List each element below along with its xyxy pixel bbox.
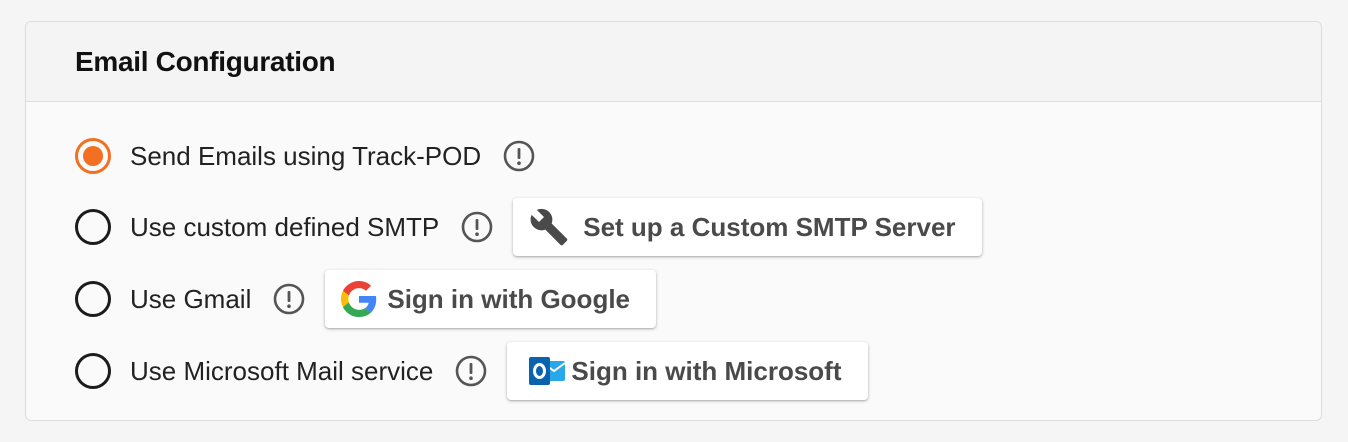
sign-in-microsoft-button[interactable]: Sign in with Microsoft <box>507 342 868 400</box>
option-label-microsoft: Use Microsoft Mail service <box>130 355 434 386</box>
exclamation-circle-icon[interactable] <box>273 283 305 315</box>
google-logo-icon <box>341 281 377 317</box>
radio-custom-smtp[interactable] <box>75 209 111 245</box>
option-microsoft[interactable]: Use Microsoft Mail service Sign in with … <box>75 341 868 401</box>
option-custom-smtp[interactable]: Use custom defined SMTP Set up a Custom … <box>75 197 982 257</box>
card-title: Email Configuration <box>75 45 336 77</box>
setup-custom-smtp-button[interactable]: Set up a Custom SMTP Server <box>513 198 982 256</box>
sign-in-google-label: Sign in with Google <box>387 283 631 314</box>
radio-gmail[interactable] <box>75 281 111 317</box>
card-header: Email Configuration <box>26 22 1321 102</box>
option-trackpod[interactable]: Send Emails using Track-POD <box>75 126 535 186</box>
setup-custom-smtp-label: Set up a Custom SMTP Server <box>583 211 956 242</box>
radio-selected-dot <box>83 146 103 166</box>
sign-in-microsoft-label: Sign in with Microsoft <box>571 355 842 386</box>
wrench-icon <box>529 207 569 247</box>
option-label-trackpod: Send Emails using Track-POD <box>130 140 482 171</box>
radio-microsoft[interactable] <box>75 353 111 389</box>
radio-trackpod[interactable] <box>75 138 111 174</box>
email-configuration-card: Email Configuration Send Emails using Tr… <box>25 21 1322 421</box>
option-gmail[interactable]: Use Gmail Sign in with Google <box>75 269 657 329</box>
option-label-custom-smtp: Use custom defined SMTP <box>130 211 440 242</box>
option-label-gmail: Use Gmail <box>130 283 252 314</box>
exclamation-circle-icon[interactable] <box>455 355 487 387</box>
exclamation-circle-icon[interactable] <box>503 140 535 172</box>
outlook-logo-icon <box>529 353 567 389</box>
exclamation-circle-icon[interactable] <box>461 211 493 243</box>
sign-in-google-button[interactable]: Sign in with Google <box>325 270 657 328</box>
